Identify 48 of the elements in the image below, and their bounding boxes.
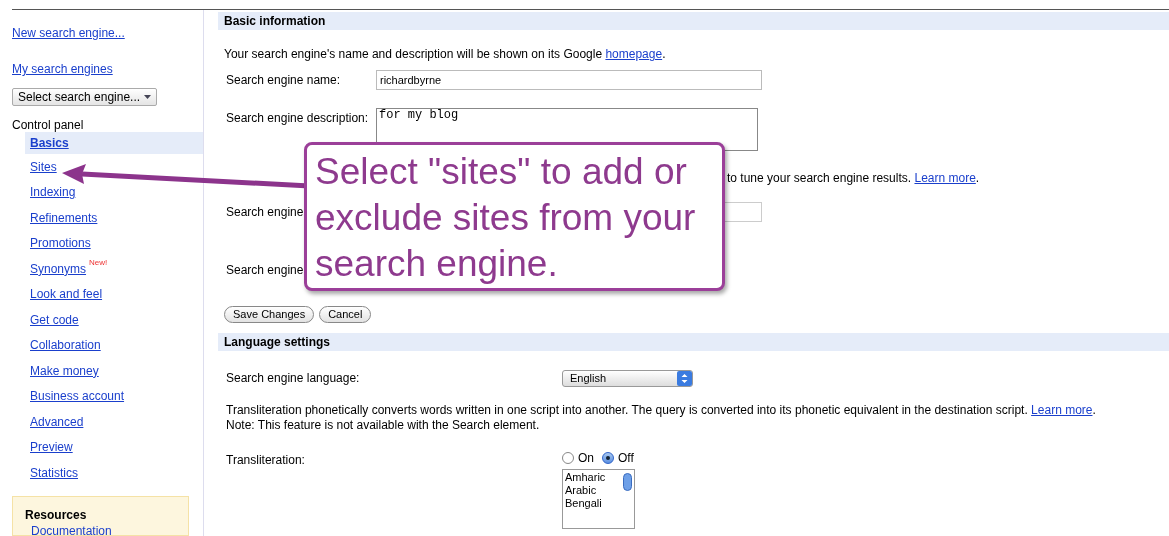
radio-button[interactable]	[602, 452, 614, 464]
feature-note: Note: This feature is not available with the Search element.	[226, 418, 541, 433]
callout-tooltip: Select "sites" to add or exclude sites from your search engine.	[304, 142, 725, 291]
radio-option[interactable]: On	[562, 449, 594, 467]
stepper-icon	[677, 370, 692, 386]
field-label: Transliteration:	[226, 452, 306, 469]
radio-option[interactable]: Off	[602, 449, 634, 467]
keywords-note: to tune your search engine results. Learn more.	[727, 170, 981, 185]
sidebar-link[interactable]: Advanced	[30, 412, 84, 431]
sidebar-link[interactable]: Business account	[30, 387, 125, 406]
sidebar-link[interactable]: Preview	[30, 438, 73, 457]
sidebar-link[interactable]: Collaboration	[30, 336, 101, 355]
section-heading: Basic information	[218, 12, 1169, 30]
sidebar-link[interactable]: Make money	[30, 361, 99, 380]
sidebar-link[interactable]: Statistics	[30, 463, 78, 482]
sidebar-link[interactable]: Synonyms	[30, 259, 87, 278]
sidebar-link[interactable]: Promotions	[30, 234, 91, 253]
new-search-engine-link[interactable]: New search engine...	[12, 26, 125, 40]
my-search-engines-link[interactable]: My search engines	[12, 62, 113, 76]
language-listbox[interactable]: Amharic Arabic Bengali	[562, 469, 635, 529]
learn-more-link[interactable]: Learn more	[914, 171, 976, 185]
engine-dropdown[interactable]: Select search engine...	[12, 88, 158, 106]
sidebar-link[interactable]: Sites	[30, 157, 57, 176]
field-label: Search engine language:	[226, 370, 361, 387]
field-label: Search engine description:	[226, 110, 370, 123]
save-changes-button[interactable]: Save Changes	[224, 306, 315, 323]
cancel-button[interactable]: Cancel	[319, 306, 372, 323]
new-label: New!	[89, 258, 108, 268]
scrollbar-thumb[interactable]	[623, 473, 632, 491]
sidebar-link[interactable]: Indexing	[30, 183, 76, 202]
caret-icon	[144, 95, 152, 99]
sidebar-link[interactable]: Get code	[30, 310, 79, 329]
resource-link[interactable]: Documentation	[31, 523, 112, 535]
list-option[interactable]: Arabic	[565, 484, 623, 497]
transliteration-note: Transliteration phonetically converts words written in one script into another. The query is converted into its phonetic equivalent in the destination script. Learn more.	[226, 403, 1097, 418]
language-dropdown[interactable]: English	[562, 369, 693, 387]
control-panel-title: Control panel	[11, 117, 85, 132]
sidebar-link[interactable]: Refinements	[30, 208, 98, 227]
sidebar-link[interactable]: Basics	[30, 134, 69, 152]
sidebar-link[interactable]: Look and feel	[30, 285, 103, 304]
list-option[interactable]: Bengali	[565, 497, 623, 510]
intro-text: Your search engine's name and description will be shown on its Google homepage.	[224, 46, 667, 61]
name-field[interactable]: richardbyrne	[376, 70, 762, 90]
list-option[interactable]: Amharic	[565, 471, 623, 484]
radio-button[interactable]	[562, 452, 574, 464]
field-label: Search engine name:	[226, 72, 342, 85]
section-heading: Language settings	[218, 333, 1169, 351]
resources-title: Resources	[25, 506, 88, 524]
